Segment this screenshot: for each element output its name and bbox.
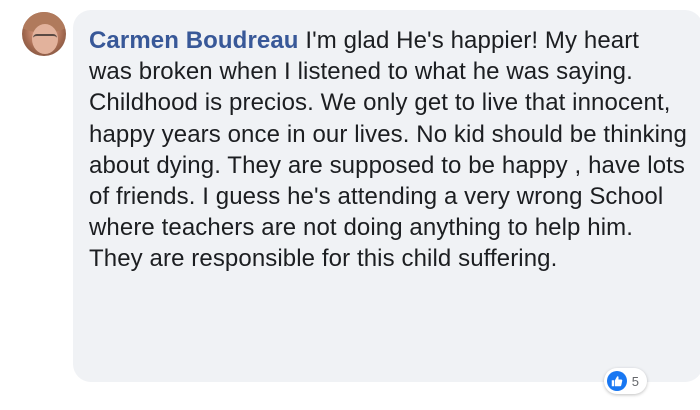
- reaction-summary[interactable]: 5: [603, 368, 647, 394]
- avatar[interactable]: [22, 12, 66, 56]
- author-name-link[interactable]: Carmen Boudreau: [89, 27, 299, 54]
- comment-text: I'm glad He's happier! My heart was brok…: [89, 27, 687, 273]
- reaction-count: 5: [631, 373, 639, 389]
- thumbs-up-icon: [611, 376, 623, 387]
- comment-body: Carmen Boudreau I'm glad He's happier! M…: [89, 25, 687, 275]
- avatar-glasses: [33, 34, 57, 42]
- comment-bubble: Carmen Boudreau I'm glad He's happier! M…: [73, 10, 700, 394]
- like-icon: [606, 371, 627, 391]
